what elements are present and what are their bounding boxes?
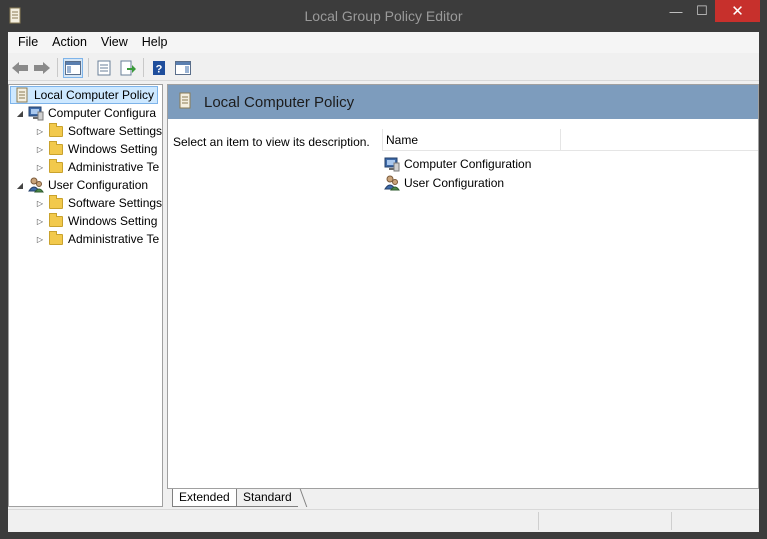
description-tab-shape: [364, 119, 758, 129]
tree-item-label: Windows Setting: [68, 214, 158, 228]
tree-item-user-administrative-templates[interactable]: ▷ Administrative Te: [35, 230, 159, 248]
folder-icon: [48, 141, 64, 157]
folder-icon: [48, 213, 64, 229]
details-header: Local Computer Policy: [168, 85, 758, 119]
tree-item-label: Administrative Te: [68, 232, 160, 246]
status-divider: [538, 512, 539, 530]
status-bar: [8, 509, 759, 531]
tree-item-label: Local Computer Policy: [34, 88, 155, 102]
list-item-computer-configuration[interactable]: Computer Configuration: [384, 155, 531, 173]
folder-icon: [48, 123, 64, 139]
console-tree[interactable]: Local Computer Policy ◢ Computer Configu…: [8, 84, 163, 507]
forward-icon[interactable]: [32, 58, 52, 78]
list-item-label: User Configuration: [404, 176, 505, 190]
tree-item-computer-windows-settings[interactable]: ▷ Windows Setting: [35, 140, 157, 158]
details-title: Local Computer Policy: [204, 94, 355, 111]
toolbar-separator: [88, 58, 89, 77]
collapse-arrow-icon[interactable]: ◢: [15, 181, 25, 190]
menu-file[interactable]: File: [11, 32, 45, 53]
menu-view[interactable]: View: [94, 32, 135, 53]
tree-item-computer-software-settings[interactable]: ▷ Software Settings: [35, 122, 162, 140]
users-icon: [384, 175, 400, 191]
tree-item-user-configuration[interactable]: ◢ User Configuration: [15, 176, 148, 194]
folder-icon: [48, 195, 64, 211]
details-pane: Local Computer Policy Select an item to …: [167, 84, 759, 489]
properties-icon[interactable]: [94, 58, 114, 78]
users-icon: [28, 177, 44, 193]
tree-item-label: User Configuration: [48, 178, 149, 192]
items-list[interactable]: Name Computer Configuration User Configu…: [382, 129, 758, 488]
tree-item-label: Software Settings: [68, 124, 163, 138]
tree-item-label: Administrative Te: [68, 160, 160, 174]
minimize-button[interactable]: —: [663, 0, 689, 22]
help-icon[interactable]: ?: [149, 58, 169, 78]
menu-bar: File Action View Help: [8, 32, 759, 53]
toolbar: ?: [8, 54, 759, 81]
svg-text:?: ?: [156, 64, 163, 76]
expand-arrow-icon[interactable]: ▷: [35, 199, 45, 208]
expand-arrow-icon[interactable]: ▷: [35, 163, 45, 172]
maximize-button[interactable]: ☐: [689, 0, 715, 22]
app-window: Local Group Policy Editor — ☐ ✕ File Act…: [0, 0, 767, 539]
column-name-header[interactable]: Name: [386, 133, 418, 147]
column-divider[interactable]: [560, 129, 561, 151]
tree-item-local-computer-policy[interactable]: Local Computer Policy: [10, 86, 158, 104]
tree-item-computer-configuration[interactable]: ◢ Computer Configura: [15, 104, 156, 122]
list-item-label: Computer Configuration: [404, 157, 532, 171]
tree-item-user-software-settings[interactable]: ▷ Software Settings: [35, 194, 162, 212]
toolbar-separator: [143, 58, 144, 77]
policy-scroll-icon: [16, 87, 28, 103]
column-header: Name: [382, 129, 758, 151]
menu-action[interactable]: Action: [45, 32, 94, 53]
description-area: Select an item to view its description.: [168, 119, 382, 487]
expand-arrow-icon[interactable]: ▷: [35, 217, 45, 226]
export-list-icon[interactable]: [118, 58, 138, 78]
description-text: Select an item to view its description.: [173, 135, 370, 149]
view-tabs: Extended Standard: [167, 489, 759, 507]
tab-extended[interactable]: Extended: [172, 489, 237, 507]
back-icon[interactable]: [10, 58, 30, 78]
computer-icon: [384, 157, 400, 172]
status-divider: [671, 512, 672, 530]
tree-item-label: Windows Setting: [68, 142, 158, 156]
expand-arrow-icon[interactable]: ▷: [35, 235, 45, 244]
policy-scroll-icon: [179, 92, 191, 109]
expand-arrow-icon[interactable]: ▷: [35, 127, 45, 136]
tree-item-user-windows-settings[interactable]: ▷ Windows Setting: [35, 212, 157, 230]
title-bar[interactable]: Local Group Policy Editor — ☐ ✕: [0, 0, 767, 32]
tree-item-label: Computer Configura: [48, 106, 157, 120]
collapse-arrow-icon[interactable]: ◢: [15, 109, 25, 118]
computer-icon: [28, 106, 44, 121]
show-hide-action-pane-icon[interactable]: [173, 58, 193, 78]
close-button[interactable]: ✕: [715, 0, 760, 22]
client-area: File Action View Help ? Local Computer P…: [8, 32, 759, 532]
expand-arrow-icon[interactable]: ▷: [35, 145, 45, 154]
tree-item-computer-administrative-templates[interactable]: ▷ Administrative Te: [35, 158, 159, 176]
list-item-user-configuration[interactable]: User Configuration: [384, 174, 504, 192]
show-hide-console-tree-icon[interactable]: [63, 58, 83, 78]
folder-icon: [48, 159, 64, 175]
folder-icon: [48, 231, 64, 247]
menu-help[interactable]: Help: [135, 32, 175, 53]
toolbar-separator: [57, 58, 58, 77]
tab-standard[interactable]: Standard: [237, 489, 298, 507]
tree-item-label: Software Settings: [68, 196, 163, 210]
window-title: Local Group Policy Editor: [304, 8, 463, 24]
